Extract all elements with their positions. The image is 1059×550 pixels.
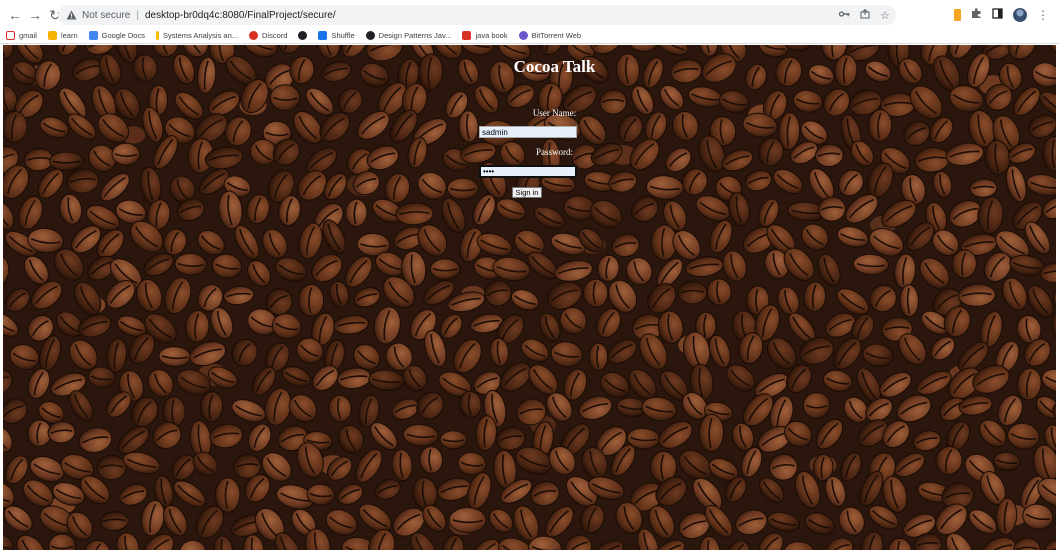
login-form: Cocoa Talk User Name: Password: Sign in: [3, 45, 1056, 550]
page-title: Cocoa Talk: [513, 57, 596, 76]
menu-kebab-icon[interactable]: ⋮: [1037, 8, 1049, 22]
design-patterns-icon: [365, 31, 375, 40]
bookmark-label: Discord: [262, 31, 288, 40]
bookmark-label: BitTorrent Web: [531, 31, 582, 40]
systems-analysis-icon: [155, 31, 159, 40]
password-label: Password:: [535, 147, 573, 157]
bookmarks-bar: gmail learn Google Docs Systems Analysis…: [0, 28, 1059, 44]
key-icon[interactable]: [838, 9, 850, 21]
bookmark-gmail[interactable]: gmail: [6, 31, 37, 40]
page-background: Cocoa Talk User Name: Password: Sign in: [3, 45, 1056, 550]
bookmark-label: gmail: [19, 31, 37, 40]
browser-toolbar: ← → ↻ Not secure | desktop-br0dq4c:8080/…: [0, 0, 1059, 30]
bookmark-label: Google Docs: [101, 31, 145, 40]
bookmark-label: Shuffle: [331, 31, 355, 40]
username-input[interactable]: [479, 126, 577, 138]
shuffle-icon: [318, 31, 328, 40]
security-status: Not secure: [82, 9, 131, 21]
learn-icon: [47, 31, 57, 40]
url-separator: |: [136, 9, 139, 21]
bookmark-label: Systems Analysis an...: [162, 31, 239, 40]
bookmark-google-docs[interactable]: Google Docs: [88, 31, 145, 40]
forward-button[interactable]: →: [26, 5, 44, 25]
bookmark-bittorrent[interactable]: BitTorrent Web: [518, 31, 582, 40]
profile-avatar[interactable]: [1013, 8, 1027, 22]
discord-icon: [249, 31, 259, 40]
bookmark-shuffle[interactable]: Shuffle: [318, 31, 355, 40]
bookmark-github[interactable]: [298, 31, 308, 40]
side-panel-icon[interactable]: [992, 8, 1003, 22]
bookmark-label: java book: [475, 31, 508, 40]
sign-in-button[interactable]: Sign in: [512, 187, 542, 198]
extension-icon[interactable]: [954, 9, 961, 21]
bookmark-design-patterns[interactable]: Design Patterns Jav...: [365, 31, 452, 40]
bookmark-learn[interactable]: learn: [47, 31, 78, 40]
java-book-icon: [462, 31, 472, 40]
bookmark-systems-analysis[interactable]: Systems Analysis an...: [155, 31, 239, 40]
url-text: desktop-br0dq4c:8080/FinalProject/secure…: [144, 9, 336, 21]
back-button[interactable]: ←: [6, 5, 24, 25]
share-icon[interactable]: [860, 8, 870, 22]
bookmark-label: learn: [60, 31, 78, 40]
bookmark-star-icon[interactable]: ☆: [880, 9, 890, 22]
google-docs-icon: [88, 31, 98, 40]
password-input[interactable]: [479, 165, 577, 178]
gmail-icon: [6, 31, 15, 40]
extensions-puzzle-icon[interactable]: [971, 8, 982, 22]
username-label: User Name:: [532, 108, 577, 118]
warning-icon: [66, 9, 78, 21]
bookmark-label: Design Patterns Jav...: [378, 31, 452, 40]
bookmark-java-book[interactable]: java book: [462, 31, 508, 40]
bookmark-discord[interactable]: Discord: [249, 31, 287, 40]
address-bar[interactable]: Not secure | desktop-br0dq4c:8080/FinalP…: [58, 5, 896, 25]
bittorrent-icon: [518, 31, 528, 40]
github-icon: [298, 31, 308, 40]
